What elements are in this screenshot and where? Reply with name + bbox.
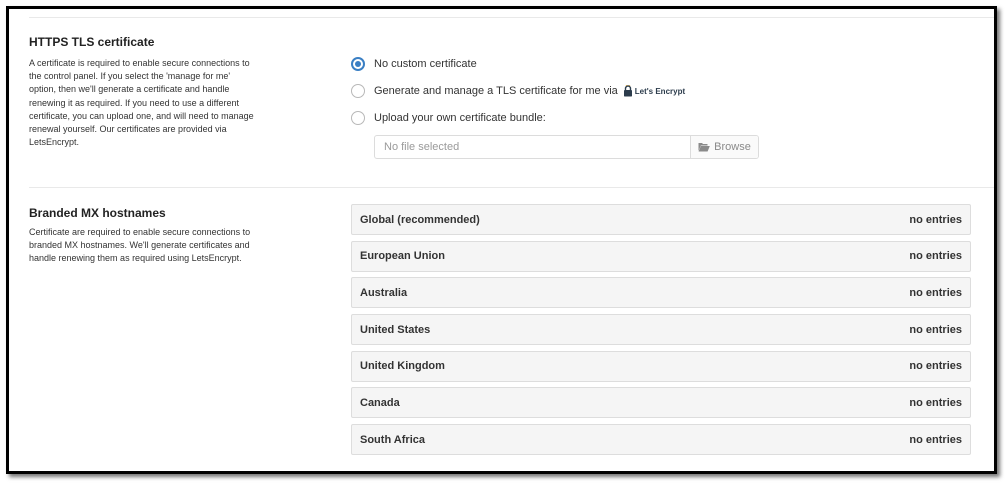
option-label: Generate and manage a TLS certificate fo… [374,85,618,97]
section-divider [29,187,994,188]
letsencrypt-logo-text: Let's Encrypt [634,86,686,96]
radio-no-custom-certificate[interactable] [351,57,365,71]
radio-generate-letsencrypt[interactable] [351,84,365,98]
https-section-description: A certificate is required to enable secu… [29,58,254,148]
mx-section-description: Certificate are required to enable secur… [29,227,251,264]
region-name: United States [360,323,431,336]
mx-region-united-states[interactable]: United States no entries [351,314,971,346]
certificate-file-input[interactable]: No file selected Browse [374,135,759,159]
region-name: South Africa [360,433,425,446]
region-name: European Union [360,250,445,263]
mx-region-south-africa[interactable]: South Africa no entries [351,424,971,456]
region-status: no entries [909,396,962,409]
top-divider [29,17,994,18]
region-status: no entries [909,213,962,226]
option-no-custom-certificate[interactable]: No custom certificate [351,55,477,73]
option-generate-letsencrypt[interactable]: Generate and manage a TLS certificate fo… [351,82,685,100]
folder-open-icon [698,143,710,152]
padlock-icon [623,85,632,97]
mx-section-title: Branded MX hostnames [29,206,166,220]
option-label: No custom certificate [374,58,477,70]
region-status: no entries [909,433,962,446]
browse-button[interactable]: Browse [690,136,758,158]
region-status: no entries [909,323,962,336]
region-status: no entries [909,286,962,299]
letsencrypt-logo: Let's Encrypt [623,85,685,97]
settings-panel: HTTPS TLS certificate A certificate is r… [6,6,997,474]
mx-region-canada[interactable]: Canada no entries [351,387,971,419]
mx-region-list: Global (recommended) no entries European… [351,204,971,461]
mx-region-global[interactable]: Global (recommended) no entries [351,204,971,235]
browse-label: Browse [714,141,751,153]
mx-region-european-union[interactable]: European Union no entries [351,240,971,272]
region-name: Canada [360,396,400,409]
region-name: Australia [360,286,408,299]
mx-region-australia[interactable]: Australia no entries [351,277,971,309]
region-name: Global (recommended) [360,213,480,226]
file-input-placeholder: No file selected [384,141,460,153]
region-status: no entries [909,250,962,263]
radio-upload-bundle[interactable] [351,111,365,125]
region-status: no entries [909,360,962,373]
option-upload-bundle[interactable]: Upload your own certificate bundle: [351,109,546,127]
region-name: United Kingdom [360,360,445,373]
mx-region-united-kingdom[interactable]: United Kingdom no entries [351,350,971,382]
option-label: Upload your own certificate bundle: [374,112,546,124]
https-section-title: HTTPS TLS certificate [29,35,155,49]
